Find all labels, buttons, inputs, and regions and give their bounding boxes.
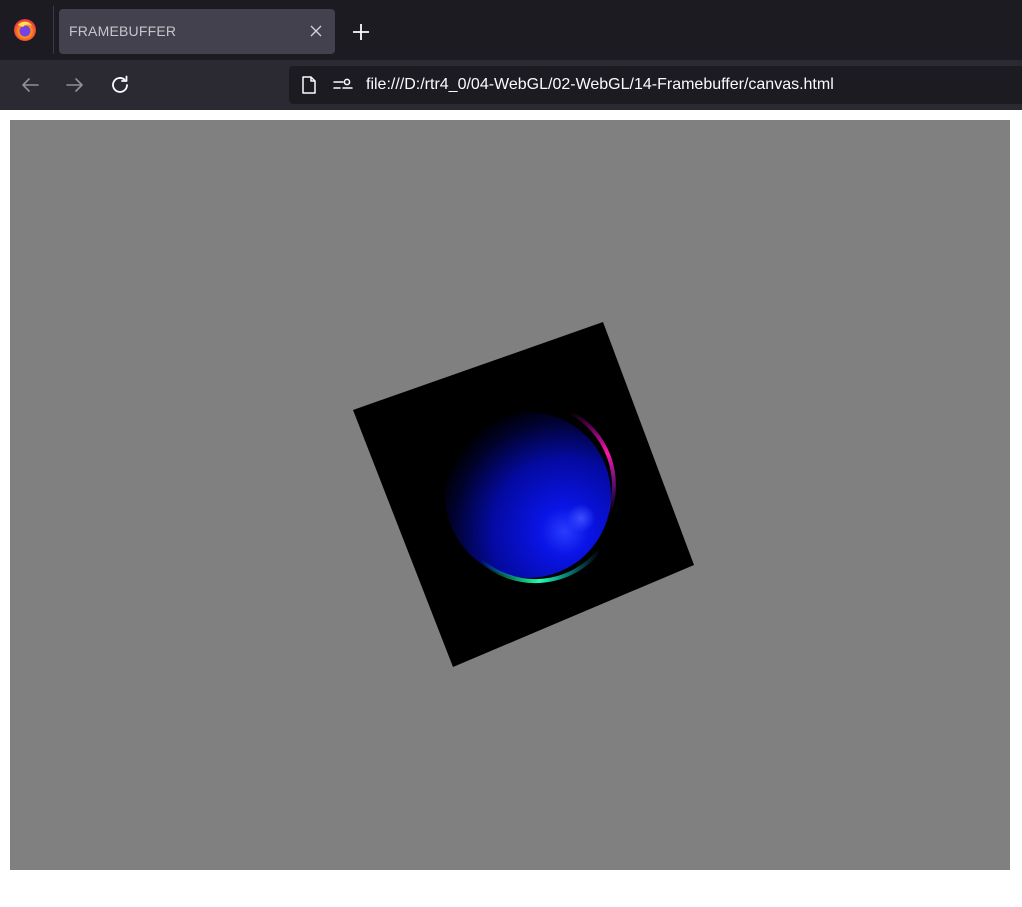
forward-arrow-icon[interactable]	[63, 73, 87, 97]
webgl-scene	[353, 322, 694, 667]
tab-framebuffer[interactable]: FRAMEBUFFER	[59, 9, 335, 54]
page-icon[interactable]	[299, 75, 319, 95]
tab-separator	[53, 6, 54, 54]
close-icon[interactable]	[307, 22, 325, 40]
plus-icon[interactable]	[349, 20, 373, 44]
tab-title: FRAMEBUFFER	[69, 23, 177, 39]
tab-strip: FRAMEBUFFER	[0, 0, 1022, 60]
reload-icon[interactable]	[108, 73, 132, 97]
firefox-icon[interactable]	[12, 17, 38, 43]
back-arrow-icon[interactable]	[18, 73, 42, 97]
navigation-toolbar: file:///D:/rtr4_0/04-WebGL/02-WebGL/14-F…	[0, 60, 1022, 110]
url-text[interactable]: file:///D:/rtr4_0/04-WebGL/02-WebGL/14-F…	[366, 76, 834, 94]
webgl-canvas[interactable]	[10, 120, 1010, 870]
address-bar[interactable]: file:///D:/rtr4_0/04-WebGL/02-WebGL/14-F…	[289, 66, 1022, 104]
permissions-icon[interactable]	[333, 75, 353, 95]
page-content	[0, 110, 1022, 907]
